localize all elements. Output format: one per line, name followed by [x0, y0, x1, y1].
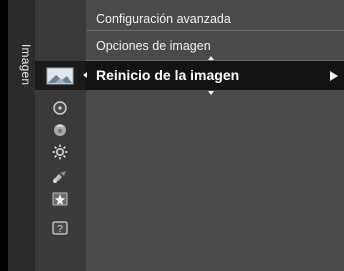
support-icon[interactable]: ?	[48, 219, 72, 237]
menu-item-advanced-settings[interactable]: Configuración avanzada	[96, 10, 231, 28]
menu-separator	[86, 60, 344, 61]
scroll-down-indicator	[208, 91, 214, 95]
menu-item-picture-reset[interactable]: Reinicio de la imagen	[96, 66, 239, 84]
setup-icon[interactable]	[48, 143, 72, 161]
application-icon[interactable]	[48, 191, 72, 209]
category-tab-panel	[8, 0, 35, 271]
submenu-arrow-icon	[330, 71, 338, 81]
menu-separator	[86, 30, 344, 31]
picture-icon[interactable]	[46, 67, 74, 85]
tv-menu-screen: Imagen ? Configuración avanzada Opciones…	[0, 0, 344, 271]
input-icon[interactable]	[48, 167, 72, 185]
category-tab-label: Imagen	[19, 44, 33, 86]
channel-icon[interactable]	[48, 121, 72, 139]
left-rail	[0, 0, 8, 271]
scroll-up-indicator	[208, 56, 214, 60]
selection-left-indicator	[83, 72, 87, 78]
menu-item-picture-options[interactable]: Opciones de imagen	[96, 37, 211, 55]
svg-text:?: ?	[57, 224, 63, 235]
sound-icon[interactable]	[48, 99, 72, 117]
